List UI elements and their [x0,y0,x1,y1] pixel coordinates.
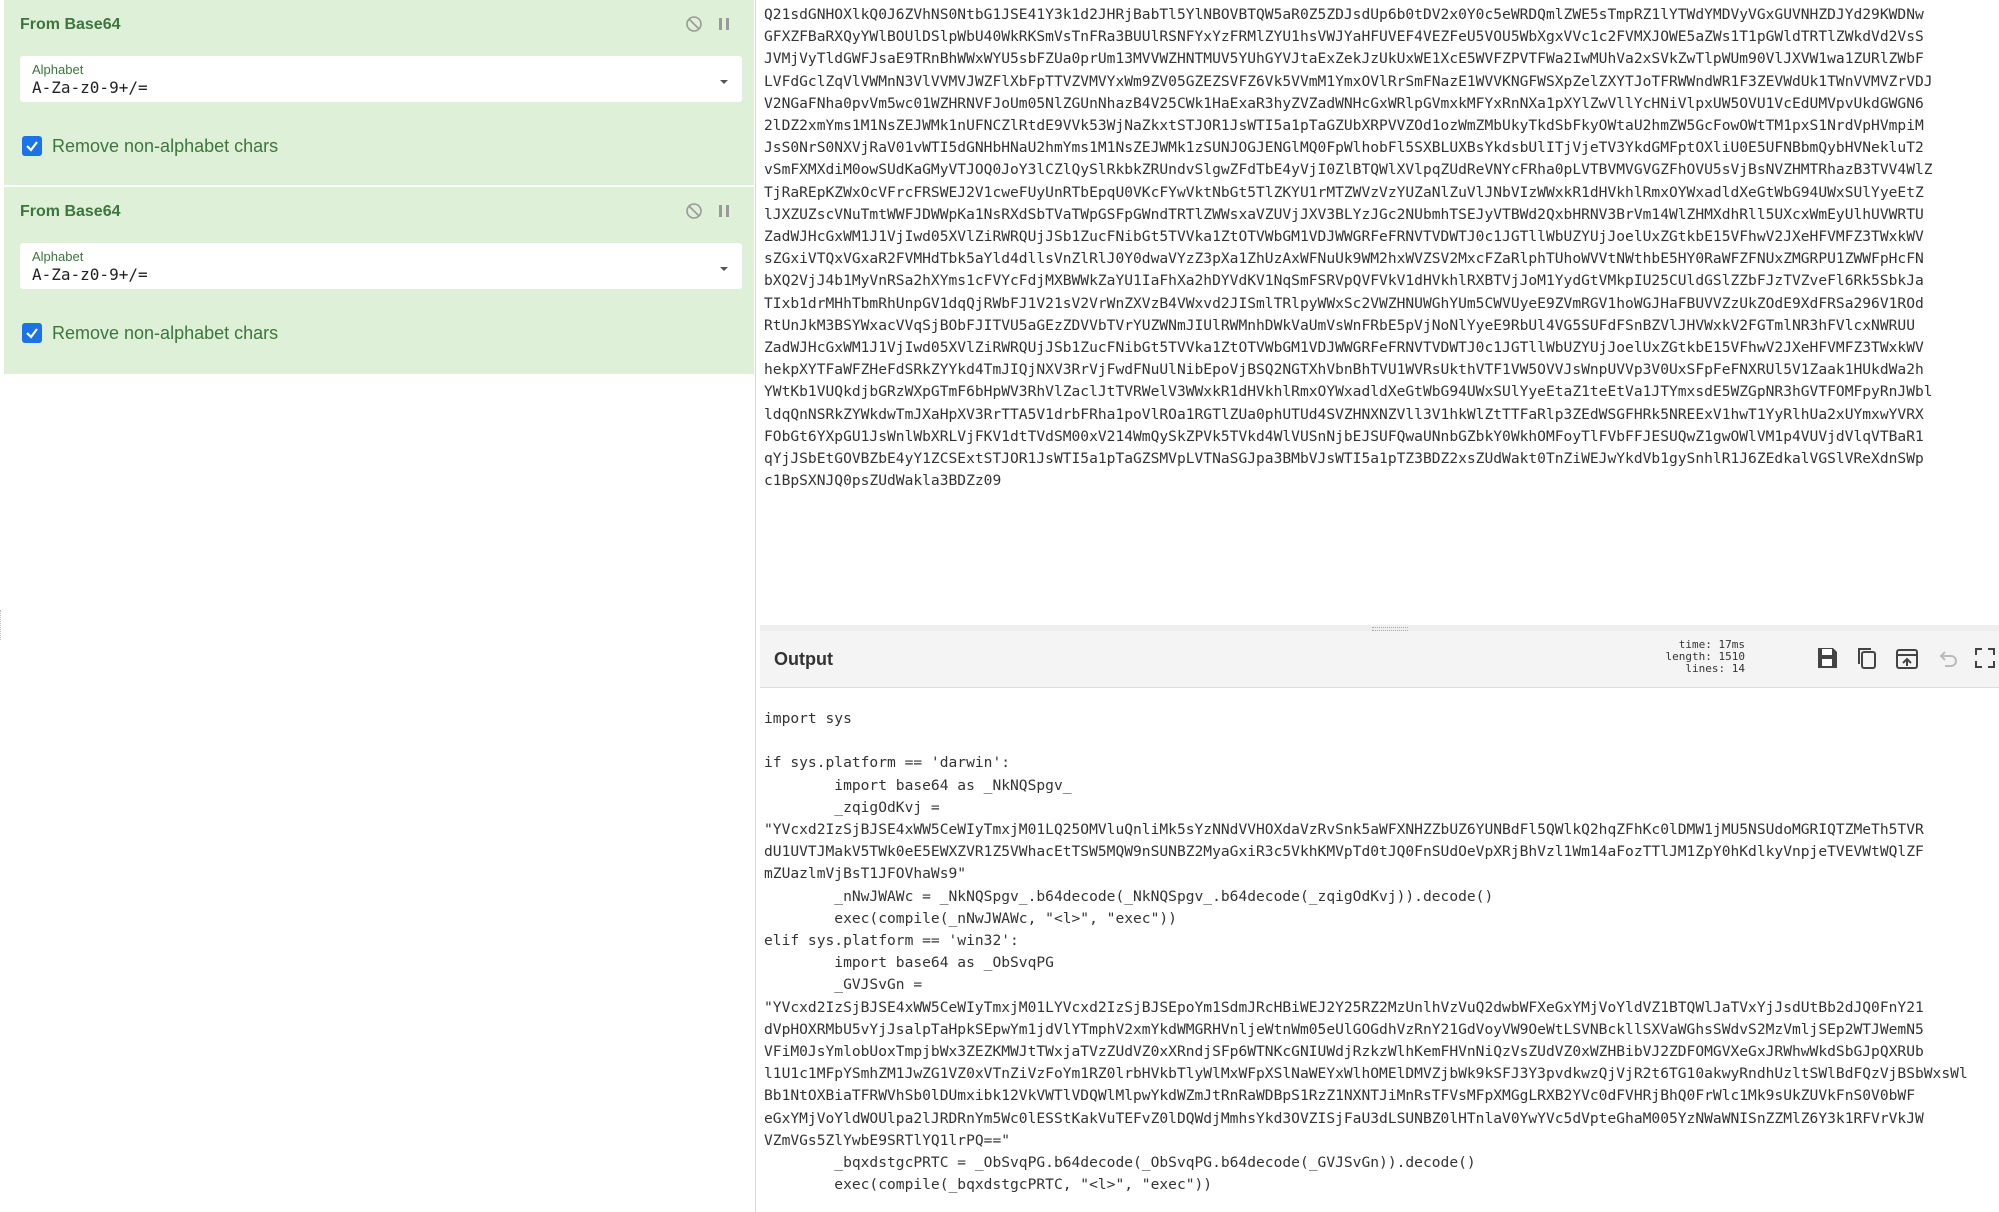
input-textarea[interactable]: Q21sdGNHOXlkQ0J6ZVhNS0NtbG1JSE41Y3k1d2JH… [764,4,1933,492]
operation-from-base64-1[interactable]: From Base64 Alphabet A-Za-z0-9+/= Remove… [4,0,754,185]
remove-non-alphabet-checkbox[interactable] [22,136,42,156]
alphabet-select[interactable]: Alphabet A-Za-z0-9+/= [20,243,742,289]
recipe-pane: From Base64 Alphabet A-Za-z0-9+/= Remove… [0,0,756,1212]
chevron-down-icon[interactable] [718,261,730,271]
disable-icon[interactable] [684,14,704,34]
alphabet-value: A-Za-z0-9+/= [32,265,148,284]
input-pane[interactable]: Q21sdGNHOXlkQ0J6ZVhNS0NtbG1JSE41Y3k1d2JH… [760,0,1999,625]
maximise-icon[interactable] [1971,644,1999,672]
remove-non-alphabet-label: Remove non-alphabet chars [52,136,279,156]
remove-non-alphabet-label: Remove non-alphabet chars [52,323,279,343]
chevron-down-icon[interactable] [718,74,730,84]
copy-icon[interactable] [1853,644,1881,672]
output-title: Output [774,649,833,669]
lines-label: lines: [1685,662,1726,675]
alphabet-value: A-Za-z0-9+/= [32,78,148,97]
output-stats: time: 17ms length: 1510 lines: 14 [1653,639,1745,675]
lines-value: 14 [1731,662,1745,675]
operation-title: From Base64 [20,203,121,220]
output-lines: lines: 14 [1653,663,1745,675]
output-header: Output time: 17ms length: 1510 lines: 14 [760,631,1999,688]
alphabet-select[interactable]: Alphabet A-Za-z0-9+/= [20,56,742,102]
undo-icon[interactable] [1933,644,1961,672]
alphabet-label: Alphabet [32,249,84,264]
operation-from-base64-2[interactable]: From Base64 Alphabet A-Za-z0-9+/= Remove… [4,187,754,374]
alphabet-label: Alphabet [32,62,84,77]
output-text[interactable]: import sys if sys.platform == 'darwin': … [764,708,1968,1196]
output-pane[interactable]: import sys if sys.platform == 'darwin': … [760,688,1999,1212]
operation-title: From Base64 [20,16,121,33]
replace-input-icon[interactable] [1893,644,1921,672]
remove-non-alphabet-checkbox[interactable] [22,323,42,343]
pause-icon[interactable] [714,14,734,34]
pause-icon[interactable] [714,201,734,221]
pane-resize-handle[interactable] [0,610,4,640]
disable-icon[interactable] [684,201,704,221]
save-icon[interactable] [1813,644,1841,672]
